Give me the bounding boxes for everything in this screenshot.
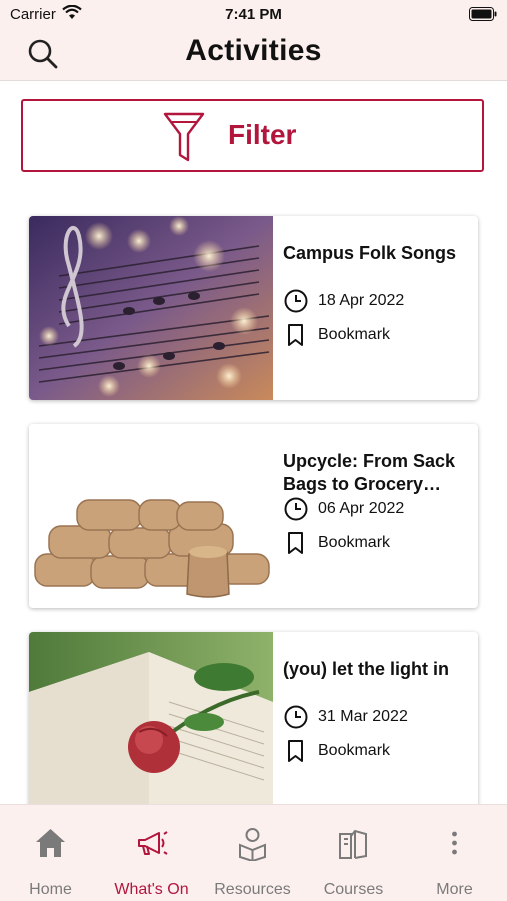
activity-date-text: 18 Apr 2022 [318,292,405,309]
bookmark-label: Bookmark [318,534,391,551]
activity-card[interactable]: Campus Folk Songs 18 Apr 2022 Bookmark [29,216,478,400]
tab-bar: Home What's On Resources Courses More [0,804,507,901]
tab-home-label: Home [29,881,72,898]
megaphone-icon [138,831,168,855]
activity-title: (you) let the light in [283,659,449,679]
clock-icon [284,497,308,521]
tab-courses[interactable]: Courses [303,805,404,901]
tab-whats-on-label: What's On [114,881,189,898]
tab-more[interactable]: More [404,805,505,901]
activity-title: Campus Folk Songs [283,243,457,263]
activity-card[interactable]: Upcycle: From Sack Bags to Grocery Bags … [29,424,478,608]
filter-label: Filter [228,119,297,150]
bookmark-label: Bookmark [318,742,391,759]
tab-resources[interactable]: Resources [202,805,303,901]
activity-image-sack-bags [29,424,273,608]
bookmark-icon [288,740,303,762]
page-title: Activities [185,34,322,67]
tab-resources-label: Resources [214,881,291,898]
tab-more-label: More [436,881,473,898]
battery-icon [469,7,497,21]
app-header: Activities [0,30,507,81]
filter-icon [163,112,205,162]
activity-title: Upcycle: From Sack Bags to Grocery Bags [283,451,456,494]
bookmark-icon [288,532,303,554]
bookmark-label: Bookmark [318,326,391,343]
home-icon [36,829,65,857]
status-bar: Carrier 7:41 PM [0,0,507,30]
activity-image-rose-book [29,632,273,816]
filter-button[interactable]: Filter [21,99,484,172]
activity-date-text: 06 Apr 2022 [318,500,405,517]
tab-whats-on[interactable]: What's On [101,805,202,901]
clock-icon [284,705,308,729]
more-icon [452,831,457,855]
clock-icon [284,289,308,313]
activity-card[interactable]: (you) let the light in 31 Mar 2022 Bookm… [29,632,478,816]
tab-courses-label: Courses [323,881,384,898]
clock-time: 7:41 PM [225,6,282,23]
activity-date-text: 31 Mar 2022 [318,708,408,725]
bookmark-icon [288,324,303,346]
books-icon [339,829,367,859]
tab-home[interactable]: Home [0,805,101,901]
activity-image-music-notes [29,216,273,400]
reader-icon [239,828,266,861]
